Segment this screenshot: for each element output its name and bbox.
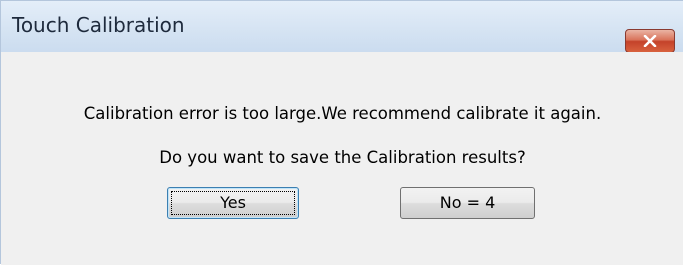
save-question: Do you want to save the Calibration resu… xyxy=(159,148,526,167)
close-button[interactable] xyxy=(625,29,675,53)
touch-calibration-dialog: Touch Calibration Calibration error is t… xyxy=(0,0,683,265)
no-button[interactable]: No = 4 xyxy=(400,187,535,219)
window-title: Touch Calibration xyxy=(12,13,185,37)
close-icon xyxy=(643,35,657,47)
error-message: Calibration error is too large.We recomm… xyxy=(83,104,602,123)
title-bar[interactable]: Touch Calibration xyxy=(1,1,683,53)
focus-indicator xyxy=(171,191,295,215)
yes-button[interactable]: Yes xyxy=(167,187,299,219)
no-button-label: No = 4 xyxy=(439,193,496,212)
dialog-body: Calibration error is too large.We recomm… xyxy=(1,52,683,265)
